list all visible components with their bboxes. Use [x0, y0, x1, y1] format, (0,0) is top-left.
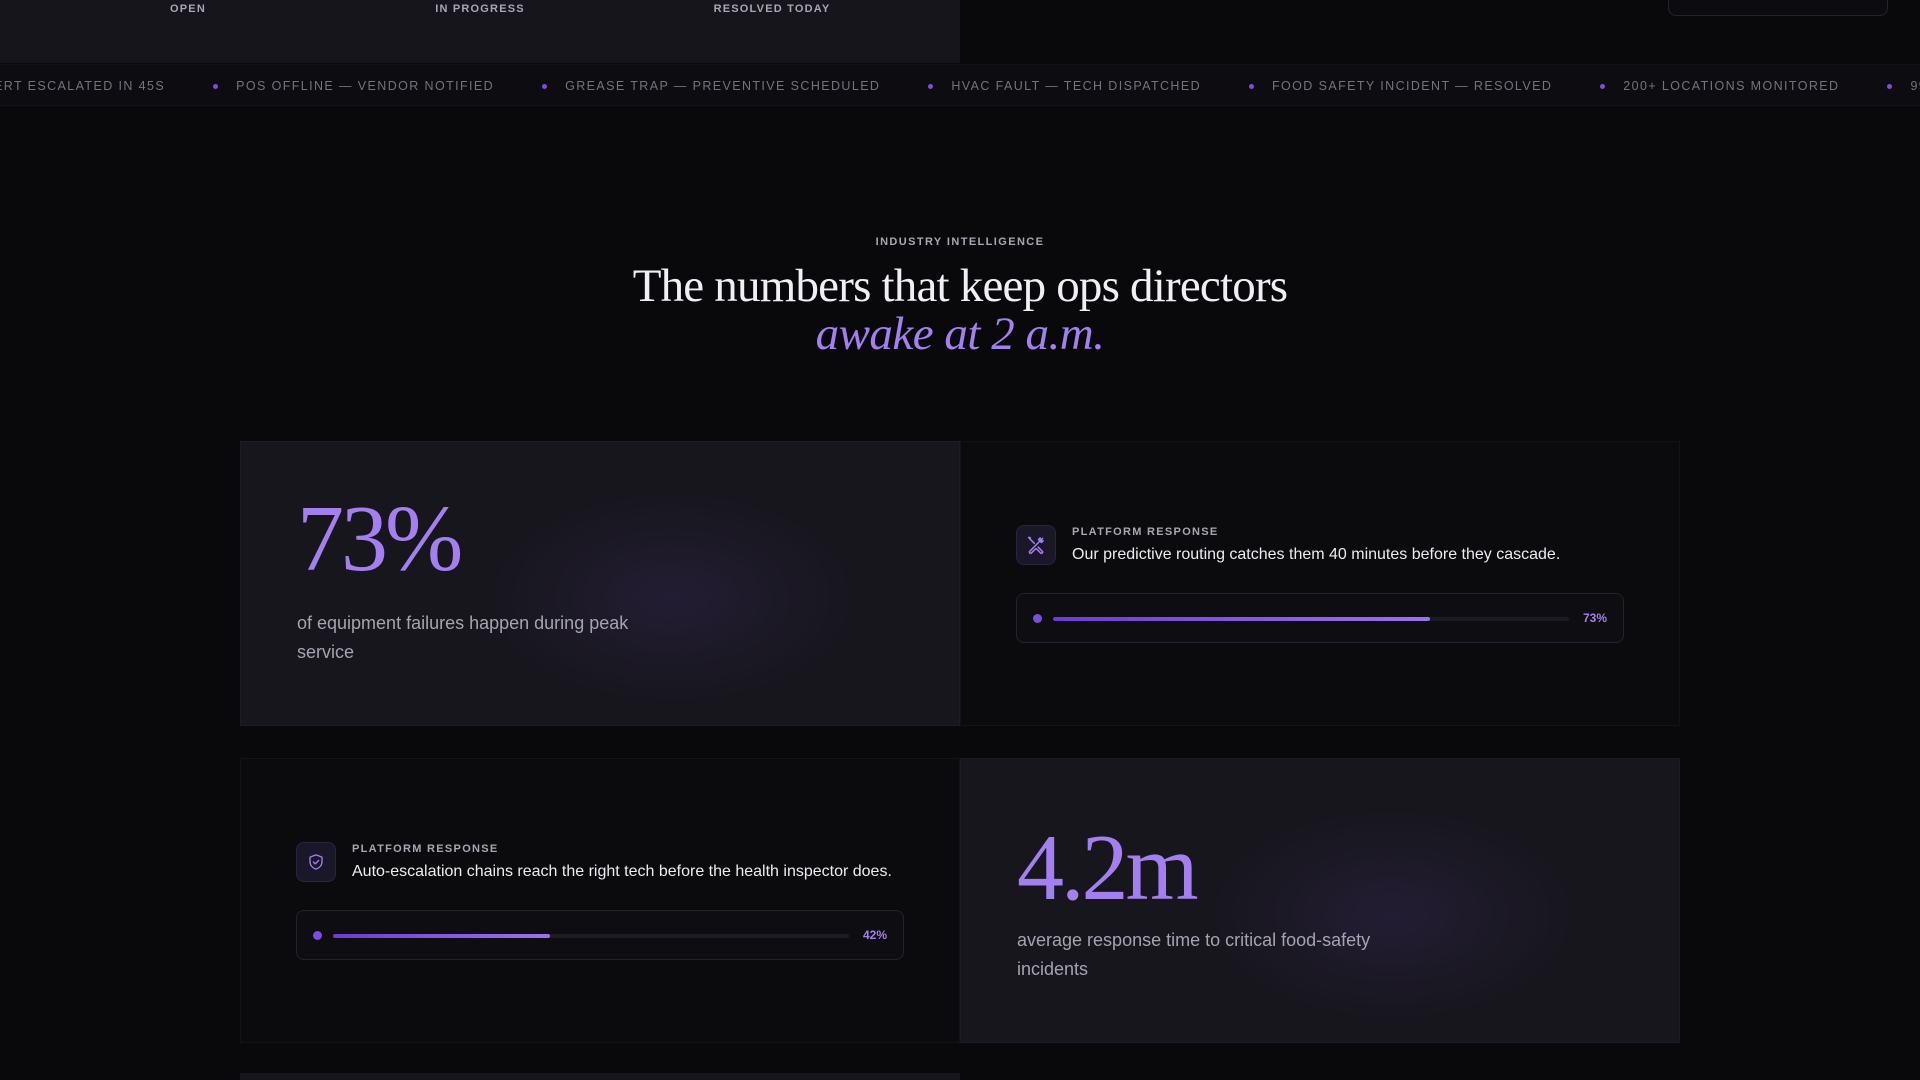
progress-dot-icon [1033, 614, 1042, 623]
ticker-dot-icon [542, 83, 548, 89]
stat-caption: average response time to critical food-s… [1017, 930, 1371, 979]
stat-value: 73% [297, 487, 463, 591]
section-eyebrow: INDUSTRY INTELLIGENCE [875, 236, 1045, 248]
response-text: Auto-escalation chains reach the right t… [352, 863, 892, 880]
tools-icon [1016, 525, 1056, 565]
status-label-open: OPEN [170, 3, 206, 15]
ticker-dot-icon [213, 83, 219, 89]
ticker-track: ERT ESCALATED IN 45S POS OFFLINE — VENDO… [0, 79, 1920, 93]
progress-indicator: 73% [1016, 593, 1624, 643]
stat-caption: of equipment failures happen during peak… [297, 613, 629, 662]
section-headline: The numbers that keep ops directors [632, 260, 1288, 312]
ticker-dot-icon [1887, 83, 1893, 89]
progress-track [333, 934, 849, 938]
ticker-dot-icon [1600, 83, 1606, 89]
ticker-item-text: 99.1% SLA COM [1910, 79, 1920, 93]
stat-card-response-time: 4.2m average response time to critical f… [960, 758, 1680, 1043]
ticker-item: ERT ESCALATED IN 45S [0, 79, 165, 93]
response-card-predictive-routing: PLATFORM RESPONSE Our predictive routing… [960, 441, 1680, 726]
ticker-item-text: ERT ESCALATED IN 45S [0, 79, 166, 93]
ticker-item: FOOD SAFETY INCIDENT — RESOLVED [1249, 79, 1552, 93]
progress-fill [1053, 617, 1430, 621]
stat-value: 4.2m [1017, 816, 1199, 920]
response-text: Our predictive routing catches them 40 m… [1072, 546, 1561, 563]
ticker-item-text: GREASE TRAP — PREVENTIVE SCHEDULED [565, 79, 881, 93]
ticker-item: HVAC FAULT — TECH DISPATCHED [928, 79, 1201, 93]
progress-fill [333, 934, 550, 938]
next-card-edge [240, 1073, 960, 1080]
status-label-in-progress: IN PROGRESS [435, 3, 525, 15]
shield-check-icon [296, 842, 336, 882]
progress-dot-icon [313, 931, 322, 940]
ticker-item: 99.1% SLA COM [1887, 79, 1920, 93]
response-eyebrow: PLATFORM RESPONSE [1072, 526, 1219, 538]
stat-card-equipment-failures: 73% of equipment failures happen during … [240, 441, 960, 726]
progress-track [1053, 617, 1569, 621]
status-summary-bar: OPEN IN PROGRESS RESOLVED TODAY [0, 0, 960, 63]
ticker-item: GREASE TRAP — PREVENTIVE SCHEDULED [542, 79, 880, 93]
ticker-item: 200+ LOCATIONS MONITORED [1600, 79, 1839, 93]
response-card-auto-escalation: PLATFORM RESPONSE Auto-escalation chains… [240, 758, 960, 1043]
progress-indicator: 42% [296, 910, 904, 960]
status-label-resolved-today: RESOLVED TODAY [713, 3, 831, 15]
ticker-dot-icon [1249, 83, 1255, 89]
section-headline-accent: awake at 2 a.m. [815, 308, 1105, 360]
ticker-item-text: 200+ LOCATIONS MONITORED [1623, 79, 1840, 93]
progress-percent: 42% [862, 928, 887, 942]
activity-ticker: ERT ESCALATED IN 45S POS OFFLINE — VENDO… [0, 64, 1920, 106]
ticker-dot-icon [928, 83, 934, 89]
ticker-item-text: HVAC FAULT — TECH DISPATCHED [951, 79, 1202, 93]
ticker-item: POS OFFLINE — VENDOR NOTIFIED [213, 79, 494, 93]
top-right-button[interactable] [1668, 0, 1888, 16]
progress-percent: 73% [1582, 611, 1607, 625]
ticker-item-text: POS OFFLINE — VENDOR NOTIFIED [236, 79, 495, 93]
response-eyebrow: PLATFORM RESPONSE [352, 843, 499, 855]
ticker-item-text: FOOD SAFETY INCIDENT — RESOLVED [1272, 79, 1553, 93]
